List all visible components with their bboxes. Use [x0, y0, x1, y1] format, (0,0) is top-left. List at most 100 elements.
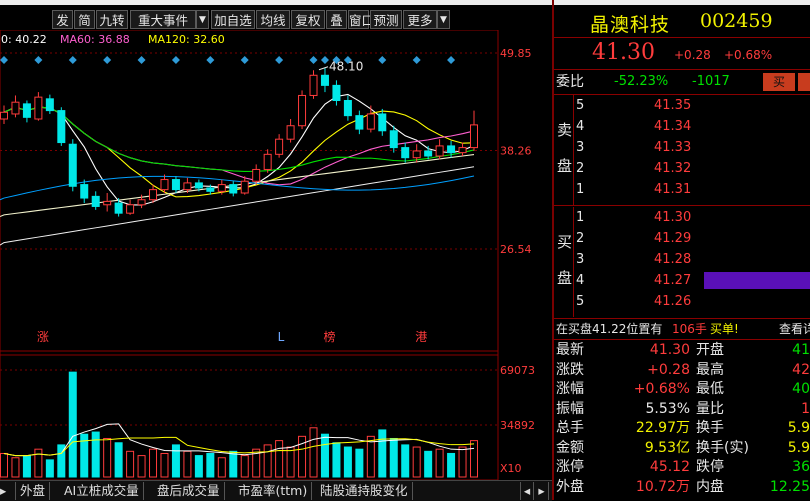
tab-pe-ttm[interactable]: 市盈率(ttm)	[234, 482, 313, 500]
toolbar-nine-turn-button[interactable]: 九转	[96, 10, 128, 29]
stats-row: 振幅 5.53% 量比 1	[554, 400, 810, 419]
toolbar-more-button[interactable]: 更多	[403, 10, 437, 29]
buy-level-row[interactable]: 3 41.28	[554, 249, 810, 270]
toolbar-add-favorite-button[interactable]: 加自选	[211, 10, 255, 29]
stats-value: 42	[792, 361, 810, 378]
toolbar-simplified-button[interactable]: 简	[74, 10, 95, 29]
toolbar-adjust-button[interactable]: 复权	[291, 10, 325, 29]
stats-row: 涨幅 +0.68% 最低 40	[554, 380, 810, 399]
tab-after-hours-volume[interactable]: 盘后成交量	[153, 482, 225, 500]
stats-value: 5.9	[787, 439, 810, 456]
sell-level-row[interactable]: 5 41.35	[554, 95, 810, 116]
buy-button[interactable]: 买	[763, 73, 795, 91]
chart-toolbar: 发 简 九转 重大事件 ▼ 加自选 均线 复权 叠 窗口 预测 更多 ▼	[0, 7, 552, 31]
level-number: 4	[576, 273, 585, 288]
sell-level-row[interactable]: 4 41.34	[554, 116, 810, 137]
tab-scroll-right-icon[interactable]: ▸	[535, 482, 549, 500]
candle-body	[263, 153, 272, 170]
volume-bar	[126, 450, 135, 478]
buy-level-row[interactable]: 5 41.26	[554, 291, 810, 312]
kline-chart[interactable]: 49.85 38.26 26.54 48.10 涨 L 榜 港 69073 34892 X10	[0, 30, 552, 480]
more-dropdown-icon[interactable]: ▼	[437, 10, 450, 29]
stats-label: 金额	[556, 439, 584, 456]
volume-tick-label: 34892	[500, 419, 535, 432]
candle-body	[252, 168, 261, 182]
level-number: 5	[576, 294, 585, 309]
event-diamond-icon	[240, 56, 249, 64]
tab-scroll-left-icon[interactable]: ◂	[520, 482, 534, 500]
event-diamond-icon	[137, 56, 146, 64]
event-diamond-icon	[0, 56, 8, 64]
event-marker: 涨	[37, 329, 49, 344]
volume-bar	[45, 459, 54, 478]
stats-label: 换手	[696, 420, 724, 436]
event-marker: 港	[415, 330, 427, 344]
buy-level-row[interactable]: 4 41.27	[554, 270, 810, 291]
tab-prev-icon[interactable]: ▸	[0, 482, 16, 500]
candle-body	[470, 124, 478, 149]
candle-body	[458, 147, 467, 154]
tab-ai-volume[interactable]: AI立桩成交量	[60, 482, 144, 500]
candle-body	[206, 187, 215, 192]
candle-body	[240, 180, 249, 194]
volume-bar	[366, 435, 375, 478]
volume-bar	[206, 452, 215, 478]
stats-label: 量比	[696, 400, 724, 417]
stats-row: 金额 9.53亿 换手(实) 5.9	[554, 439, 810, 458]
candle-body	[91, 195, 100, 207]
candle-body	[149, 189, 158, 201]
volume-bar	[149, 448, 158, 478]
toolbar-fa-button[interactable]: 发	[52, 10, 73, 29]
event-diamond-icon	[412, 56, 421, 64]
candle-body	[320, 74, 329, 86]
volume-bar	[114, 442, 123, 478]
volume-bar	[320, 433, 329, 478]
large-order-bar	[704, 272, 810, 289]
sell-level-row[interactable]: 1 41.31	[554, 179, 810, 200]
volume-bar	[240, 455, 249, 478]
level-price: 41.31	[654, 182, 692, 197]
volume-bar	[412, 446, 421, 478]
divider	[554, 69, 810, 70]
level-price: 41.28	[654, 252, 692, 267]
candle-body	[401, 147, 410, 159]
notice-more-link[interactable]: 查看详	[779, 320, 810, 338]
volume-bar	[137, 455, 146, 478]
stats-label: 外盘	[556, 478, 584, 495]
toolbar-overlay-button[interactable]: 叠	[326, 10, 347, 29]
buy-level-row[interactable]: 1 41.30	[554, 207, 810, 228]
volume-bar	[401, 444, 410, 478]
toolbar-window-button[interactable]: 窗口	[348, 10, 374, 29]
events-dropdown-icon[interactable]: ▼	[196, 10, 209, 29]
tab-northbound-holdings[interactable]: 陆股通持股变化	[316, 482, 413, 500]
toolbar-ma-button[interactable]: 均线	[256, 10, 290, 29]
stats-row: 涨跌 +0.28 最高 42	[554, 361, 810, 380]
tab-outer-volume[interactable]: 外盘	[16, 482, 51, 500]
notice-price: 41.22位置有	[592, 322, 663, 336]
big-order-notice[interactable]: 在买盘 41.22位置有 106手 买单! 查看详	[554, 320, 810, 338]
stats-value: 36	[792, 459, 810, 475]
candle-body	[229, 184, 238, 194]
volume-bar	[435, 448, 444, 478]
stats-label: 最低	[696, 381, 724, 397]
level-number: 1	[576, 210, 585, 225]
event-diamond-icon	[320, 56, 329, 64]
volume-bar	[22, 455, 31, 478]
volume-bar	[91, 431, 100, 478]
volume-bar	[171, 444, 180, 478]
stats-label: 最高	[696, 361, 724, 378]
stats-value: 10.72万	[635, 478, 690, 495]
volume-bar	[332, 442, 341, 478]
level-number: 3	[576, 252, 585, 267]
toolbar-forecast-button[interactable]: 预测	[370, 10, 402, 29]
level-number: 2	[576, 231, 585, 246]
buy-level-row[interactable]: 2 41.29	[554, 228, 810, 249]
sell-level-row[interactable]: 2 41.32	[554, 158, 810, 179]
toolbar-major-events-button[interactable]: 重大事件	[130, 10, 196, 29]
order-ratio-diff: -1017	[692, 74, 730, 89]
level-price: 41.32	[654, 161, 692, 176]
event-diamond-icon	[275, 56, 284, 64]
stats-label: 跌停	[696, 459, 724, 475]
sell-button-edge[interactable]	[798, 73, 810, 91]
sell-level-row[interactable]: 3 41.33	[554, 137, 810, 158]
